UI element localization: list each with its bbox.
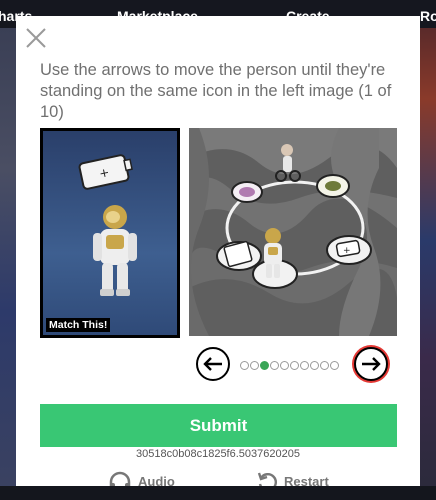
background-right-strip	[420, 28, 436, 500]
pager-dot	[320, 361, 329, 370]
close-icon	[26, 28, 46, 48]
background-bottom-strip	[0, 486, 436, 500]
restart-icon	[257, 472, 277, 486]
restart-label: Restart	[284, 473, 329, 487]
puzzle-illustration: +	[189, 128, 397, 336]
background-left-strip	[0, 28, 16, 500]
audio-label: Audio	[138, 473, 175, 487]
arrow-left-icon	[203, 357, 222, 371]
audio-button[interactable]: Audio	[108, 470, 175, 486]
match-this-label: Match This!	[46, 318, 111, 332]
arrow-right-icon	[362, 357, 381, 371]
pager-dot	[260, 361, 269, 370]
svg-text:+: +	[343, 246, 351, 256]
close-button[interactable]	[24, 26, 48, 50]
submit-button[interactable]: Submit	[40, 404, 397, 447]
station-top-right	[316, 174, 350, 198]
nav-item[interactable]: Ro	[420, 8, 436, 24]
captcha-modal: Use the arrows to move the person until …	[16, 16, 420, 486]
pager-dot	[270, 361, 279, 370]
pager-dot	[290, 361, 299, 370]
pager-dot	[250, 361, 259, 370]
station-top-left	[231, 181, 263, 203]
astronaut-figure	[93, 205, 137, 296]
pager-dot	[240, 361, 249, 370]
instructions-text: Use the arrows to move the person until …	[40, 61, 392, 121]
pager-dot	[330, 361, 339, 370]
station-left	[216, 240, 262, 271]
next-arrow-button[interactable]	[354, 347, 388, 381]
battery-icon: +	[78, 154, 133, 190]
reference-image: + Match This!	[40, 128, 180, 338]
pager-dot	[300, 361, 309, 370]
pager-dot	[280, 361, 289, 370]
reference-illustration: +	[78, 154, 137, 296]
pager-dot	[310, 361, 319, 370]
session-id-text: 30518c0b08c1825f6.5037620205	[136, 448, 300, 460]
puzzle-image[interactable]: +	[189, 128, 397, 336]
restart-button[interactable]: Restart	[256, 470, 329, 486]
headphones-icon	[109, 471, 131, 486]
previous-arrow-button[interactable]	[196, 347, 230, 381]
station-right: +	[326, 235, 372, 265]
